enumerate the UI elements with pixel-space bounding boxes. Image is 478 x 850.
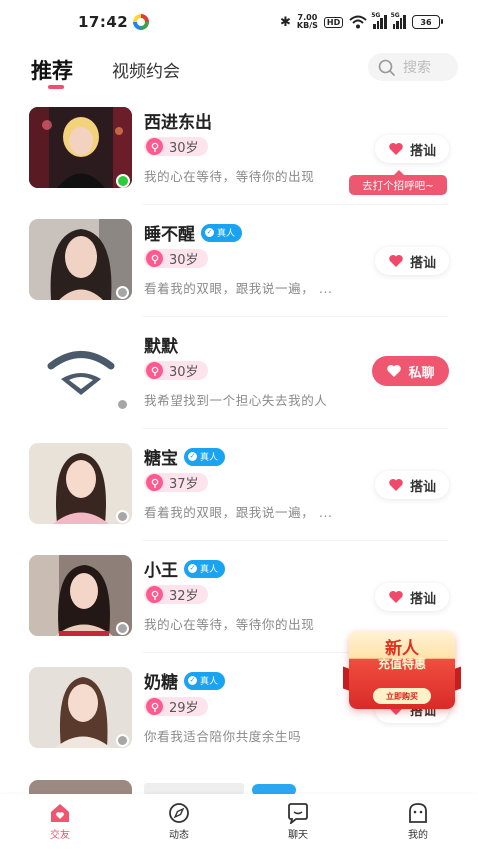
female-icon [146, 138, 163, 155]
private-chat-button[interactable]: 私聊 [372, 356, 449, 386]
verified-badge: ✓ 真人 [184, 447, 226, 466]
offline-status-dot [116, 398, 129, 411]
user-card[interactable]: 糖宝 ✓ 真人 37岁 看着我的双眼，跟我说一遍， ... 搭讪 [0, 431, 478, 543]
signal-2-icon: 5G [391, 12, 406, 29]
age-badge: 32岁 [144, 585, 208, 604]
tab-indicator [48, 85, 64, 89]
user-name: 西进东出 [144, 113, 212, 133]
user-name: 小王 [144, 561, 178, 581]
search-placeholder: 搜索 [403, 60, 431, 76]
user-card[interactable]: 睡不醒 ✓ 真人 30岁 看着我的双眼，跟我说一遍， ... 搭讪 [0, 207, 478, 319]
nav-profile[interactable]: 我的 [388, 802, 448, 841]
heart-icon [387, 365, 402, 377]
heart-icon [389, 143, 403, 155]
offline-status-dot [116, 286, 129, 299]
user-card[interactable]: 默默 30岁 我希望找到一个担心失去我的人 私聊 [0, 319, 478, 431]
offline-status-dot [116, 510, 129, 523]
new-user-recharge-promo[interactable]: 新人 充值特惠 立即购买 [343, 631, 461, 713]
check-icon: ✓ [188, 676, 197, 685]
bluetooth-icon: ✱ [280, 14, 291, 30]
user-bio: 我希望找到一个担心失去我的人 [144, 393, 328, 408]
heart-icon [389, 591, 403, 603]
search-box[interactable]: 搜索 [368, 53, 458, 81]
age-badge: 30岁 [144, 361, 208, 380]
clock: 17:42 [78, 13, 129, 31]
female-icon [146, 362, 163, 379]
home-heart-icon [51, 804, 69, 822]
offline-status-dot [116, 734, 129, 747]
greet-button[interactable]: 搭讪 [375, 471, 449, 499]
female-icon [146, 474, 163, 491]
verified-badge: ✓ 真人 [184, 671, 226, 690]
greet-button[interactable]: 搭讪 [375, 135, 449, 163]
age-badge: 29岁 [144, 697, 208, 716]
user-bio: 你看我适合陪你共度余生吗 [144, 729, 302, 744]
buy-now-button[interactable]: 立即购买 [373, 688, 431, 704]
user-bio: 看着我的双眼，跟我说一遍， ... [144, 505, 333, 520]
partial-user-card [0, 780, 478, 794]
check-icon: ✓ [205, 228, 214, 237]
user-bio: 我的心在等待，等待你的出现 [144, 617, 315, 632]
tab-recommend[interactable]: 推荐 [31, 55, 73, 85]
bottom-nav: 交友 动态 聊天 我的 [0, 794, 478, 850]
wifi-icon [349, 15, 367, 29]
user-bio: 我的心在等待，等待你的出现 [144, 169, 315, 184]
user-name: 糖宝 [144, 449, 178, 469]
signal-1-icon: 5G [371, 12, 387, 29]
nav-chat[interactable]: 聊天 [268, 802, 328, 841]
check-icon: ✓ [188, 452, 197, 461]
verified-badge: ✓ 真人 [201, 223, 243, 242]
heart-icon [389, 255, 403, 267]
user-name: 奶糖 [144, 673, 178, 693]
status-bar: 17:42 ✱ 7.00 KB/S HD 5G 5G 36 [0, 0, 478, 44]
greet-button[interactable]: 搭讪 [375, 247, 449, 275]
check-icon: ✓ [188, 564, 197, 573]
nav-moments[interactable]: 动态 [149, 802, 209, 841]
app-notification-icon [133, 14, 149, 30]
age-badge: 37岁 [144, 473, 208, 492]
greet-hint-bubble: 去打个招呼吧~ [349, 170, 447, 195]
user-bio: 看着我的双眼，跟我说一遍， ... [144, 281, 333, 296]
hd-badge: HD [323, 16, 344, 28]
heart-icon [389, 479, 403, 491]
promo-subtitle: 充值特惠 [377, 657, 426, 671]
greet-button[interactable]: 搭讪 [375, 583, 449, 611]
age-badge: 30岁 [144, 137, 208, 156]
age-badge: 30岁 [144, 249, 208, 268]
status-icons: ✱ 7.00 KB/S HD 5G 5G 36 [280, 12, 443, 31]
tab-video-date[interactable]: 视频约会 [112, 57, 180, 82]
top-tabs: 推荐 视频约会 搜索 [0, 44, 478, 94]
network-speed: 7.00 KB/S [296, 13, 318, 30]
compass-icon [169, 803, 189, 823]
female-icon [146, 250, 163, 267]
online-status-dot [116, 174, 130, 188]
user-name: 睡不醒 [144, 225, 195, 245]
profile-ghost-icon [409, 803, 427, 823]
female-icon [146, 586, 163, 603]
verified-badge: ✓ 真人 [184, 559, 226, 578]
nav-friends[interactable]: 交友 [30, 802, 90, 841]
search-icon [378, 59, 395, 76]
battery-icon: 36 [412, 15, 443, 29]
chat-bubble-icon [288, 803, 308, 824]
female-icon [146, 698, 163, 715]
offline-status-dot [116, 622, 129, 635]
user-name: 默默 [144, 337, 178, 357]
user-card[interactable]: 西进东出 30岁 我的心在等待，等待你的出现 搭讪 去打个招呼吧~ [0, 95, 478, 207]
